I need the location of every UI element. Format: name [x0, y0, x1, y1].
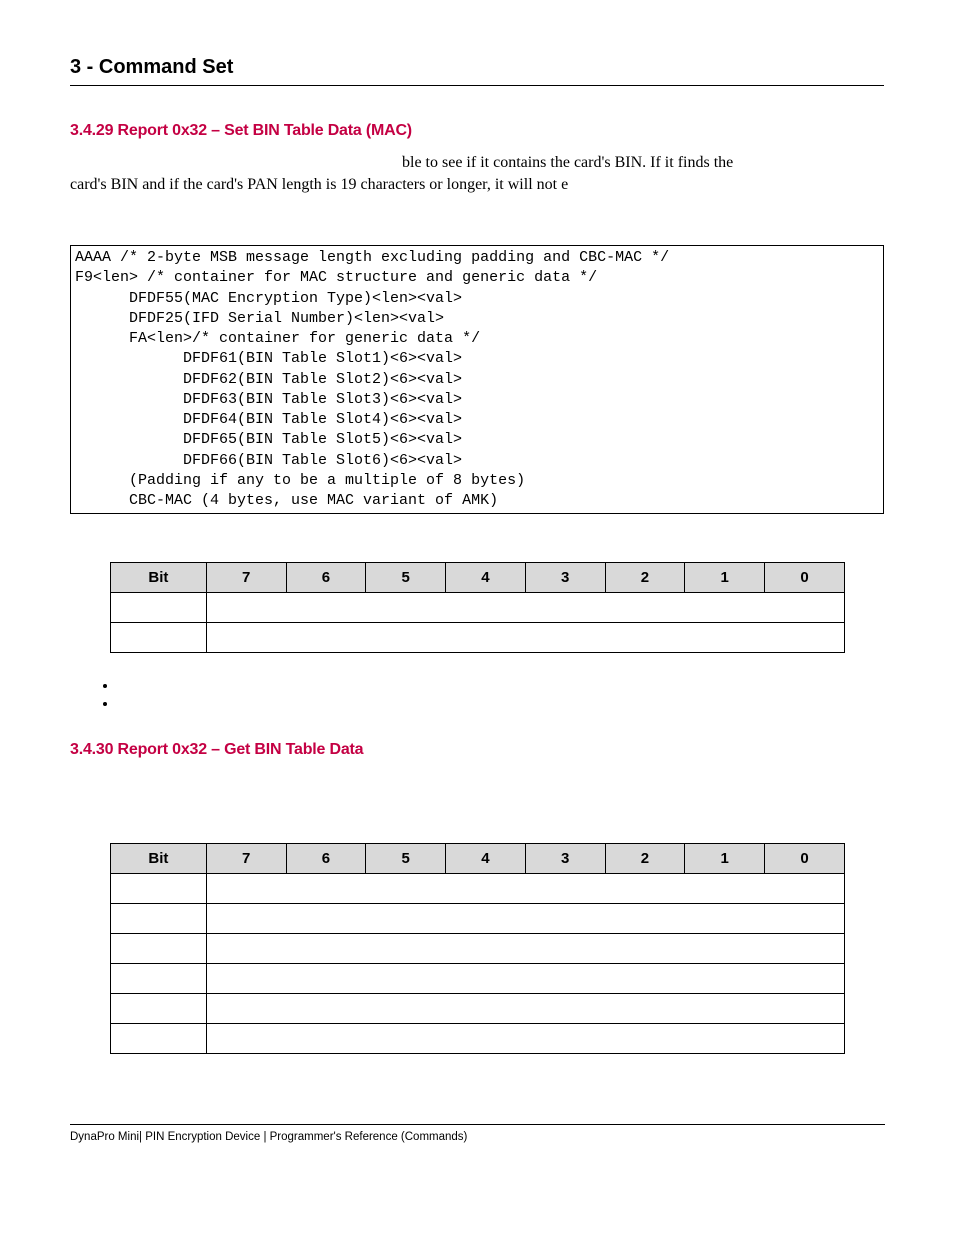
bullet-list — [70, 677, 884, 713]
usage-table-set: Bit 7 6 5 4 3 2 1 0 — [110, 562, 845, 653]
section-heading-get-bin: 3.4.30 Report 0x32 – Get BIN Table Data — [70, 741, 884, 759]
footer-rule — [70, 1124, 885, 1125]
col-3: 3 — [525, 563, 605, 593]
col-5: 5 — [366, 563, 446, 593]
body-paragraph: ble to see if it contains the card's BIN… — [70, 152, 884, 195]
usage-table-get: Bit 7 6 5 4 3 2 1 0 — [110, 843, 845, 1054]
col-7: 7 — [206, 844, 286, 874]
col-6: 6 — [286, 563, 366, 593]
col-2: 2 — [605, 844, 685, 874]
col-0: 0 — [765, 563, 845, 593]
col-3: 3 — [525, 844, 605, 874]
table-row — [111, 934, 845, 964]
col-4: 4 — [446, 844, 526, 874]
col-bit: Bit — [111, 563, 207, 593]
table-row — [111, 623, 845, 653]
col-bit: Bit — [111, 844, 207, 874]
page-header-title: 3 - Command Set — [70, 56, 884, 79]
table-row — [111, 904, 845, 934]
table-row — [111, 1024, 845, 1054]
col-5: 5 — [366, 844, 446, 874]
col-1: 1 — [685, 563, 765, 593]
col-7: 7 — [206, 563, 286, 593]
table-row — [111, 964, 845, 994]
code-block: AAAA /* 2-byte MSB message length exclud… — [70, 245, 884, 514]
col-6: 6 — [286, 844, 366, 874]
table-row — [111, 994, 845, 1024]
para-fragment-2: card's BIN and if the card's PAN length … — [70, 174, 884, 196]
section-heading-set-bin: 3.4.29 Report 0x32 – Set BIN Table Data … — [70, 122, 884, 140]
col-4: 4 — [446, 563, 526, 593]
col-1: 1 — [685, 844, 765, 874]
list-item — [118, 695, 884, 713]
col-2: 2 — [605, 563, 685, 593]
table-row — [111, 874, 845, 904]
header-rule — [70, 85, 884, 86]
para-fragment-1: ble to see if it contains the card's BIN… — [402, 154, 733, 171]
table-header-row: Bit 7 6 5 4 3 2 1 0 — [111, 844, 845, 874]
col-0: 0 — [765, 844, 845, 874]
table-header-row: Bit 7 6 5 4 3 2 1 0 — [111, 563, 845, 593]
footer-text: DynaPro Mini| PIN Encryption Device | Pr… — [70, 1131, 467, 1143]
list-item — [118, 677, 884, 695]
table-row — [111, 593, 845, 623]
